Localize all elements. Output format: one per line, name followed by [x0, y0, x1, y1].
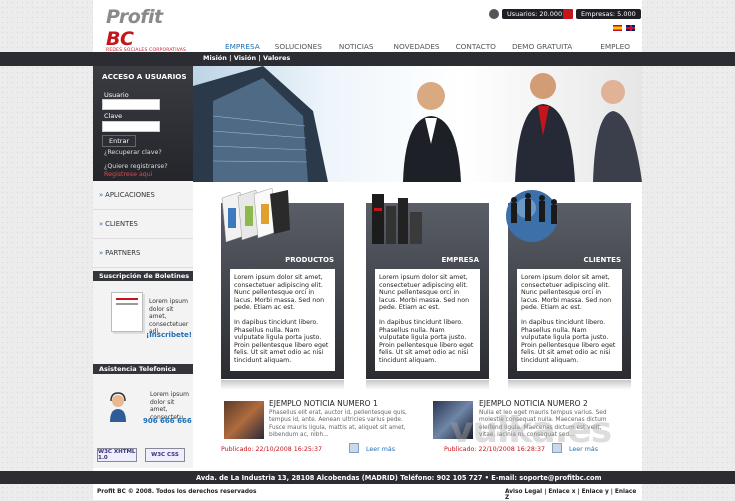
sidebar-item-label: CLIENTES — [105, 220, 138, 228]
phone-support-heading: Asistencia Telefonica — [93, 364, 193, 374]
support-agent-icon — [110, 392, 126, 422]
nav-empresa[interactable]: EMPRESA — [225, 42, 260, 51]
companies-label: Empresas — [581, 10, 613, 18]
newsletter-heading: Suscripción de Boletines — [93, 271, 193, 281]
logo-text-profit: Profit — [106, 6, 163, 28]
software-boxes-icon — [221, 188, 290, 243]
nav-soluciones[interactable]: SOLUCIONES — [275, 42, 322, 51]
sidebar-item-aplicaciones[interactable]: » APLICACIONES — [93, 181, 193, 210]
recover-password-link[interactable]: ¿Recuperar clave? — [104, 149, 162, 156]
news-thumbnail[interactable] — [224, 401, 264, 439]
username-label: Usuario — [104, 91, 129, 99]
sidebar-item-clientes[interactable]: » CLIENTES — [93, 210, 193, 239]
sidebar-item-partners[interactable]: » PARTNERS — [93, 239, 193, 268]
login-button[interactable]: Entrar — [102, 135, 137, 147]
companies-value: 5.000 — [617, 10, 636, 18]
card-paragraph: In dapibus tincidunt libero. Phasellus n… — [379, 318, 474, 364]
newsletter-signup-link[interactable]: ¡Inscribete! — [146, 331, 192, 339]
news-date: Publicado: 22/10/2008 16:25:37 — [221, 446, 323, 453]
register-question: ¿Quiere registrarse? — [104, 163, 168, 170]
w3c-xhtml-badge[interactable]: W3C XHTML 1.0 — [97, 448, 137, 462]
footer-address: Avda. de La Industria 13, 28108 Alcobend… — [196, 474, 602, 482]
subnav-bar — [0, 52, 735, 66]
globe-people-icon — [506, 190, 558, 242]
news-title[interactable]: EJEMPLO NOTICIA NUMERO 1 — [269, 399, 378, 408]
login-panel: ACCESO A USUARIOS Usuario Clave Entrar ¿… — [93, 66, 193, 181]
card-paragraph: In dapibus tincidunt libero. Phasellus n… — [521, 318, 616, 364]
building-icon — [563, 9, 573, 19]
nav-novedades[interactable]: NOVEDADES — [394, 42, 440, 51]
card-body: Lorem ipsum dolor sit amet, consectetuer… — [517, 269, 622, 371]
users-value: 20.000 — [539, 10, 563, 18]
nav-empleo[interactable]: EMPLEO — [600, 42, 630, 51]
page-container: Profit BC REDES SOCIALES CORPORATIVAS Us… — [0, 0, 735, 501]
card-reflection — [508, 380, 631, 390]
phone-number[interactable]: 906 666 666 — [143, 417, 192, 425]
nav-noticias[interactable]: NOTICIAS — [339, 42, 374, 51]
password-label: Clave — [104, 112, 123, 120]
read-more-link[interactable]: Leer más — [366, 446, 395, 453]
card-title: EMPRESA — [441, 256, 479, 264]
uk-flag-icon[interactable] — [626, 25, 635, 31]
subnav-links[interactable]: Misión | Visión | Valores — [203, 54, 290, 62]
watermark: vulka.es — [450, 410, 612, 451]
companies-counter: Empresas: 5.000 — [563, 8, 641, 20]
hero-illustration — [193, 66, 642, 182]
login-title: ACCESO A USUARIOS — [102, 72, 187, 81]
footer-copyright: Profit BC © 2008. Todos los derechos res… — [97, 489, 257, 495]
nav-demo-gratuita[interactable]: DEMO GRATUITA — [512, 42, 572, 51]
spain-flag-icon[interactable] — [613, 25, 622, 31]
logo[interactable]: Profit BC REDES SOCIALES CORPORATIVAS — [106, 6, 188, 53]
user-icon — [489, 9, 499, 19]
username-input[interactable] — [102, 99, 160, 110]
card-body: Lorem ipsum dolor sit amet, consectetuer… — [230, 269, 335, 371]
card-title: PRODUCTOS — [285, 256, 334, 264]
arrow-icon: » — [99, 220, 104, 228]
card-body: Lorem ipsum dolor sit amet, consectetuer… — [375, 269, 480, 371]
card-paragraph: Lorem ipsum dolor sit amet, consectetuer… — [379, 274, 470, 312]
password-input[interactable] — [102, 121, 160, 132]
read-more-icon[interactable] — [349, 443, 359, 453]
card-reflection — [366, 380, 489, 390]
hero-banner — [193, 66, 642, 182]
footer-links[interactable]: Aviso Legal | Enlace x | Enlace y | Enla… — [505, 489, 642, 501]
card-reflection — [221, 380, 344, 390]
newsletter-icon — [111, 292, 143, 332]
logo-text-bc: BC — [106, 28, 134, 50]
main-nav: EMPRESA SOLUCIONES NOTICIAS NOVEDADES CO… — [221, 42, 641, 51]
users-counter: Usuarios: 20.000 — [489, 8, 568, 20]
users-label: Usuarios — [507, 10, 536, 18]
card-title: CLIENTES — [583, 256, 621, 264]
card-paragraph: Lorem ipsum dolor sit amet, consectetuer… — [234, 274, 325, 312]
sidebar-item-label: APLICACIONES — [105, 191, 155, 199]
arrow-icon: » — [99, 191, 104, 199]
news-excerpt: Phasellus elit erat, auctor id, pellente… — [269, 410, 408, 439]
news-title[interactable]: EJEMPLO NOTICIA NUMERO 2 — [479, 399, 588, 408]
register-link[interactable]: Registrese aqui — [104, 171, 153, 178]
city-buildings-icon — [372, 194, 422, 244]
card-paragraph: Lorem ipsum dolor sit amet, consectetuer… — [521, 274, 612, 312]
newsletter-text: Lorem ipsum dolor sit amet, consectetuer… — [149, 298, 189, 335]
nav-contacto[interactable]: CONTACTO — [456, 42, 496, 51]
w3c-css-badge[interactable]: W3C CSS — [145, 448, 185, 462]
arrow-icon: » — [99, 249, 104, 257]
language-flags — [613, 25, 635, 31]
sidebar-item-label: PARTNERS — [105, 249, 141, 257]
card-paragraph: In dapibus tincidunt libero. Phasellus n… — [234, 318, 329, 364]
